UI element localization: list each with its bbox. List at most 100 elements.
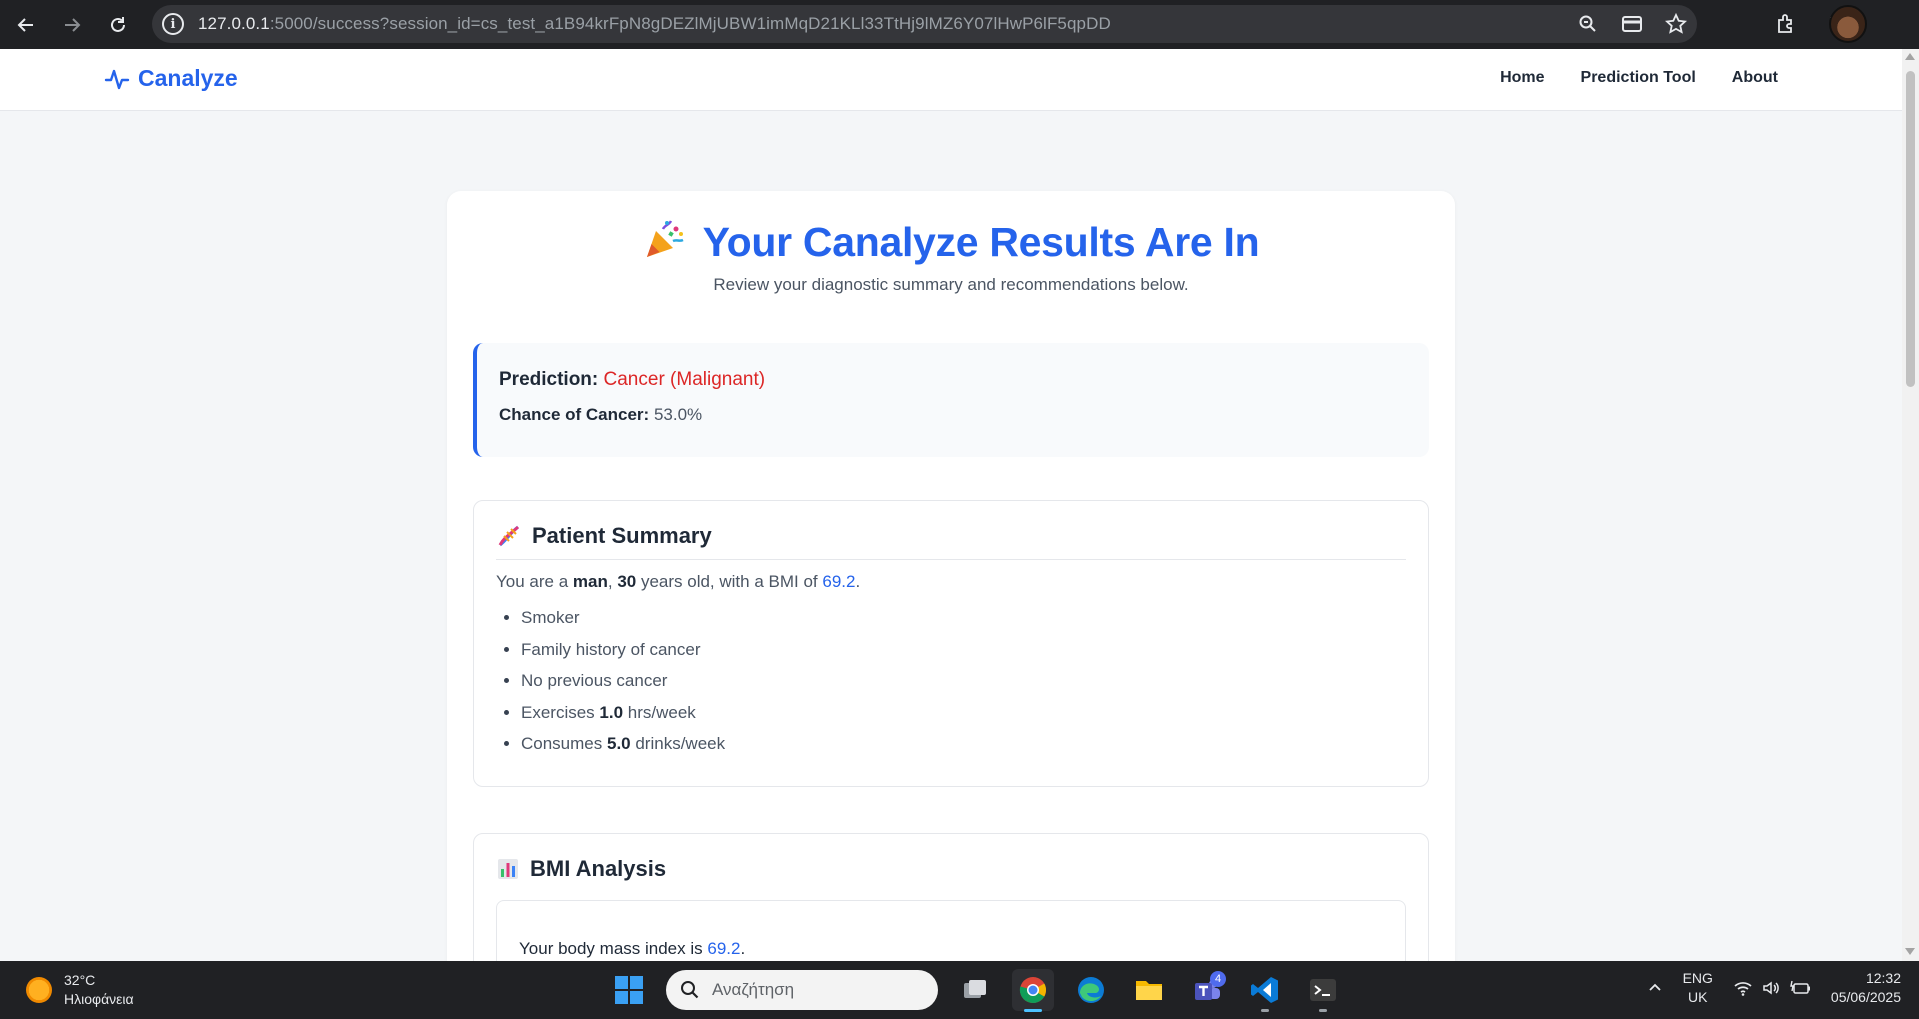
list-item: No previous cancer [521,665,1406,697]
factor-previous-cancer: No previous cancer [521,671,668,690]
summary-intro-pre: You are a [496,572,573,591]
factor-drinks-post: drinks/week [630,734,726,753]
scroll-down-arrow-icon[interactable] [1905,948,1915,955]
list-item: Exercises 1.0 hrs/week [521,697,1406,729]
factor-smoker: Smoker [521,608,580,627]
prediction-value: Cancer (Malignant) [603,369,766,390]
list-item: Family history of cancer [521,634,1406,666]
factor-exercise-post: hrs/week [623,702,696,722]
system-clock[interactable]: 12:32 05/06/2025 [1831,969,1901,1007]
windows-logo-icon [615,976,643,1004]
results-card: Your Canalyze Results Are In Review your… [447,191,1455,961]
taskbar-search[interactable]: Αναζήτηση [666,970,938,1010]
back-arrow-icon[interactable] [6,5,46,45]
site-navbar: Canalyze Home Prediction Tool About [0,49,1902,111]
search-placeholder: Αναζήτηση [712,980,795,999]
task-view-icon [964,980,986,998]
sun-icon [26,977,52,1003]
battery-icon[interactable] [1789,979,1811,997]
wifi-icon[interactable] [1733,979,1753,997]
page-title: Your Canalyze Results Are In [702,219,1260,265]
url-path: :5000/success?session_id=cs_test_a1B94kr… [269,14,1111,33]
risk-factor-list: Smoker Family history of cancer No previ… [521,602,1406,760]
nav-prediction-tool-link[interactable]: Prediction Tool [1581,69,1696,87]
patient-summary-title: Patient Summary [532,523,712,548]
forward-arrow-icon[interactable] [52,5,92,45]
payment-card-icon[interactable] [1621,13,1643,35]
summary-sex: man [572,572,608,591]
brand-logo[interactable]: Canalyze [104,65,238,92]
list-item: Consumes 5.0 drinks/week [521,728,1406,760]
summary-intro-end: . [855,572,861,591]
summary-intro-comma: , [607,572,618,591]
bmi-text-pre: Your body mass index is [519,939,708,958]
web-page: Canalyze Home Prediction Tool About Your… [0,49,1902,961]
scrollbar-thumb[interactable] [1906,71,1915,387]
factor-family-history: Family history of cancer [521,639,701,659]
summary-intro-mid: years old, with a BMI of [636,572,823,591]
prediction-label: Prediction: [499,369,599,390]
chance-label: Chance of Cancer: [499,405,650,424]
bookmark-star-icon[interactable] [1665,13,1687,35]
speaker-icon[interactable] [1761,979,1781,997]
start-button[interactable] [608,969,650,1011]
bmi-value: 69.2 [707,939,741,958]
zoom-icon[interactable] [1577,13,1599,35]
language-region: UK [1688,989,1708,1005]
taskbar-chrome[interactable] [1012,969,1054,1012]
taskbar-vscode[interactable] [1244,969,1286,1012]
weather-temperature: 32°C [64,972,96,988]
browser-toolbar: i 127.0.0.1:5000/success?session_id=cs_t… [0,0,1919,49]
factor-drinks-pre: Consumes [521,734,607,753]
weather-widget[interactable]: 32°C Ηλιοφάνεια [26,971,134,1009]
taskbar-terminal[interactable] [1302,969,1344,1012]
edge-icon [1078,977,1104,1003]
chevron-up-icon[interactable] [1647,979,1663,998]
chance-line: Chance of Cancer: 53.0% [499,405,1407,425]
patient-summary-heading: Patient Summary [496,523,1406,560]
clock-date: 05/06/2025 [1830,989,1901,1005]
taskbar-teams[interactable]: 4 [1186,969,1228,1011]
teams-badge: 4 [1210,971,1226,987]
summary-intro: You are a man, 30 years old, with a BMI … [496,572,1406,592]
bmi-text-end: . [740,939,746,958]
extensions-icon[interactable] [1775,13,1797,35]
search-icon [681,981,699,999]
patient-summary-section: Patient Summary You are a man, 30 years … [473,500,1429,787]
prediction-line: Prediction: Cancer (Malignant) [499,369,1407,391]
bmi-analysis-title: BMI Analysis [530,856,667,881]
weather-condition: Ηλιοφάνεια [64,991,134,1007]
taskbar-file-explorer[interactable] [1128,969,1170,1011]
list-item: Smoker [521,602,1406,634]
brand-name: Canalyze [138,65,238,91]
nav-home-link[interactable]: Home [1500,69,1544,87]
bmi-analysis-box: Your body mass index is 69.2. [496,900,1406,961]
url-text[interactable]: 127.0.0.1:5000/success?session_id=cs_tes… [198,14,1111,34]
dna-icon [498,525,520,547]
summary-bmi-value: 69.2 [822,572,856,591]
nav-about-link[interactable]: About [1732,69,1778,87]
windows-taskbar: 32°C Ηλιοφάνεια Αναζήτηση 4 ENG UK 12:32… [0,961,1919,1019]
folder-icon [1136,981,1162,1000]
address-bar[interactable]: i 127.0.0.1:5000/success?session_id=cs_t… [152,5,1697,43]
chance-value: 53.0% [653,405,703,424]
taskbar-edge[interactable] [1070,969,1112,1011]
prediction-box: Prediction: Cancer (Malignant) Chance of… [473,343,1429,457]
page-scrollbar[interactable] [1902,49,1919,961]
profile-avatar[interactable] [1829,5,1867,43]
bmi-analysis-section: BMI Analysis Your body mass index is 69.… [473,833,1429,961]
terminal-icon [1310,979,1336,1001]
language-code: ENG [1682,970,1713,986]
bmi-analysis-heading: BMI Analysis [496,856,1406,892]
task-view-button[interactable] [954,969,996,1011]
chrome-icon [1019,977,1047,1003]
site-info-icon[interactable]: i [162,13,184,35]
clock-time: 12:32 [1865,970,1901,986]
page-subtitle: Review your diagnostic summary and recom… [713,275,1189,294]
reload-icon[interactable] [98,5,138,45]
language-indicator[interactable]: ENG UK [1683,969,1713,1007]
factor-drinks-value: 5.0 [606,734,631,753]
scroll-up-arrow-icon[interactable] [1905,53,1915,60]
url-host: 127.0.0.1 [198,14,270,33]
vscode-icon [1251,977,1278,1003]
